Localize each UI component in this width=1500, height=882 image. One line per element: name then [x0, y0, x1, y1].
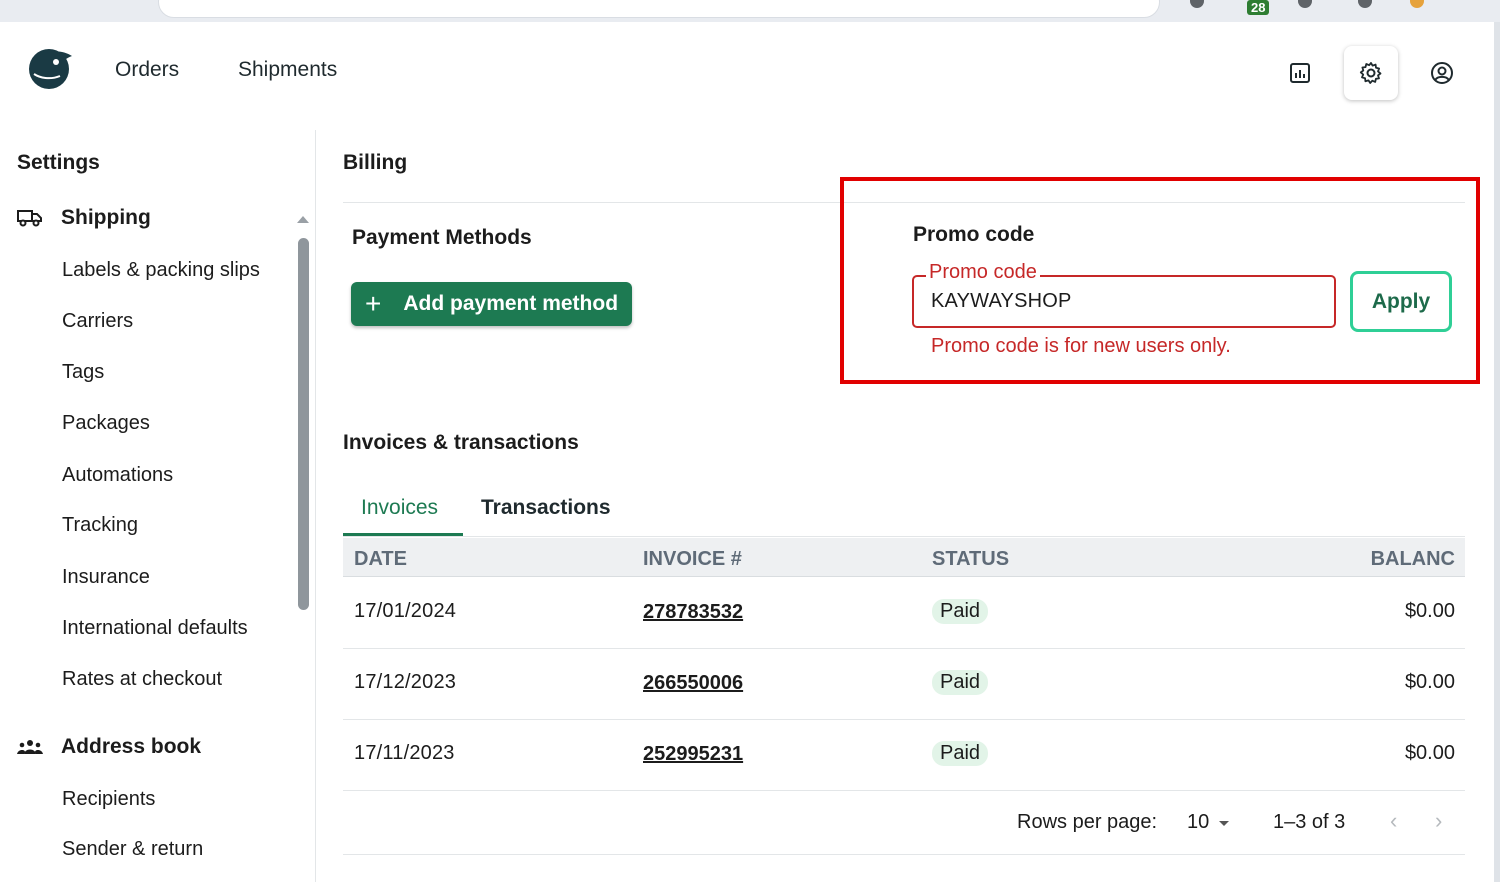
add-payment-method-label: Add payment method	[403, 292, 619, 315]
extension-icon[interactable]	[1410, 0, 1424, 8]
table-row: 17/11/2023 252995231 Paid $0.00	[343, 720, 1465, 791]
reports-button[interactable]	[1273, 46, 1327, 100]
add-payment-method-button[interactable]: + Add payment method	[351, 282, 632, 326]
sidebar-item-insurance[interactable]: Insurance	[62, 566, 150, 589]
pagination-range: 1–3 of 3	[1273, 811, 1346, 833]
people-icon	[17, 736, 43, 758]
sidebar-section-label: Shipping	[61, 206, 151, 229]
extension-icon[interactable]	[1190, 0, 1204, 8]
sidebar-item-recipients[interactable]: Recipients	[62, 788, 155, 811]
sidebar-scrollbar-thumb[interactable]	[298, 238, 309, 610]
active-tab-indicator	[343, 533, 463, 536]
table-pagination: Rows per page: 10 1–3 of 3 ‹ ›	[343, 790, 1465, 855]
sidebar-item-tags[interactable]: Tags	[62, 361, 104, 384]
extension-badge[interactable]: 28	[1247, 0, 1270, 15]
table-row: 17/12/2023 266550006 Paid $0.00	[343, 649, 1465, 720]
sidebar-title: Settings	[17, 151, 100, 174]
sidebar-section-shipping[interactable]: Shipping	[17, 206, 151, 230]
invoice-balance: $0.00	[1404, 742, 1455, 764]
browser-toolbar: 28	[0, 0, 1500, 22]
top-nav: Orders Shipments	[0, 22, 1494, 118]
next-page-icon[interactable]: ›	[1435, 808, 1442, 834]
sidebar-item-carriers[interactable]: Carriers	[62, 310, 133, 333]
column-header-invoice[interactable]: INVOICE #	[643, 548, 742, 571]
nav-orders-link[interactable]: Orders	[115, 58, 179, 82]
invoice-number-link[interactable]: 252995231	[643, 743, 743, 766]
scroll-up-arrow-icon[interactable]	[297, 216, 309, 223]
rows-per-page-label: Rows per page:	[1017, 811, 1158, 833]
account-button[interactable]	[1415, 46, 1469, 100]
sidebar-item-packages[interactable]: Packages	[62, 412, 150, 435]
plus-icon: +	[365, 288, 382, 319]
brand-logo-icon[interactable]	[26, 44, 74, 90]
column-header-date[interactable]: DATE	[354, 548, 407, 571]
tab-invoices[interactable]: Invoices	[361, 496, 438, 520]
sidebar-item-automations[interactable]: Automations	[62, 464, 173, 487]
window-edge	[1494, 22, 1500, 882]
sidebar-item-sender-return[interactable]: Sender & return	[62, 838, 203, 861]
settings-button[interactable]	[1344, 46, 1398, 100]
address-bar[interactable]	[158, 0, 1160, 18]
column-header-status[interactable]: STATUS	[932, 548, 1009, 571]
status-badge: Paid	[932, 599, 989, 624]
promo-code-value[interactable]: KAYWAYSHOP	[931, 290, 1072, 313]
sidebar-section-address-book[interactable]: Address book	[17, 735, 201, 759]
extension-icon[interactable]	[1358, 0, 1372, 8]
billing-main: Billing Payment Methods + Add payment me…	[316, 130, 1494, 882]
account-icon	[1431, 62, 1453, 84]
tabs-divider	[343, 536, 1465, 537]
reports-icon	[1290, 63, 1310, 83]
sidebar-item-rates-at-checkout[interactable]: Rates at checkout	[62, 668, 222, 691]
invoice-balance: $0.00	[1404, 600, 1455, 622]
rows-per-page-select[interactable]: 10	[1187, 811, 1209, 834]
sidebar-section-label: Address book	[61, 735, 202, 758]
truck-icon	[17, 207, 43, 229]
previous-page-icon[interactable]: ‹	[1390, 808, 1397, 834]
invoice-number-link[interactable]: 266550006	[643, 672, 743, 695]
invoice-date: 17/12/2023	[354, 671, 457, 693]
invoice-number-link[interactable]: 278783532	[643, 601, 743, 624]
status-badge: Paid	[932, 670, 989, 695]
sidebar-item-tracking[interactable]: Tracking	[62, 514, 138, 537]
invoice-date: 17/01/2024	[354, 600, 457, 622]
invoices-section-title: Invoices & transactions	[343, 431, 579, 454]
payment-methods-title: Payment Methods	[352, 226, 532, 249]
table-row: 17/01/2024 278783532 Paid $0.00	[343, 578, 1465, 649]
extension-icon[interactable]	[1298, 0, 1312, 8]
nav-shipments-link[interactable]: Shipments	[238, 58, 337, 82]
table-header: DATE INVOICE # STATUS BALANC	[343, 538, 1465, 577]
sidebar-item-labels-packing-slips[interactable]: Labels & packing slips	[62, 259, 260, 282]
invoice-balance: $0.00	[1404, 671, 1455, 693]
sidebar-item-international-defaults[interactable]: International defaults	[62, 617, 248, 640]
page-title: Billing	[343, 151, 408, 174]
status-badge: Paid	[932, 741, 989, 766]
promo-code-error: Promo code is for new users only.	[931, 335, 1231, 357]
tab-transactions[interactable]: Transactions	[481, 496, 611, 520]
column-header-balance[interactable]: BALANC	[1371, 548, 1455, 571]
chevron-down-icon[interactable]	[1219, 821, 1229, 826]
invoice-date: 17/11/2023	[354, 742, 455, 764]
settings-gear-icon	[1359, 62, 1382, 84]
apply-promo-button[interactable]: Apply	[1350, 271, 1452, 332]
promo-code-field-label: Promo code	[926, 261, 1040, 284]
promo-code-title: Promo code	[913, 223, 1035, 246]
settings-sidebar: Settings Shipping Labels & packing slips…	[0, 130, 316, 882]
